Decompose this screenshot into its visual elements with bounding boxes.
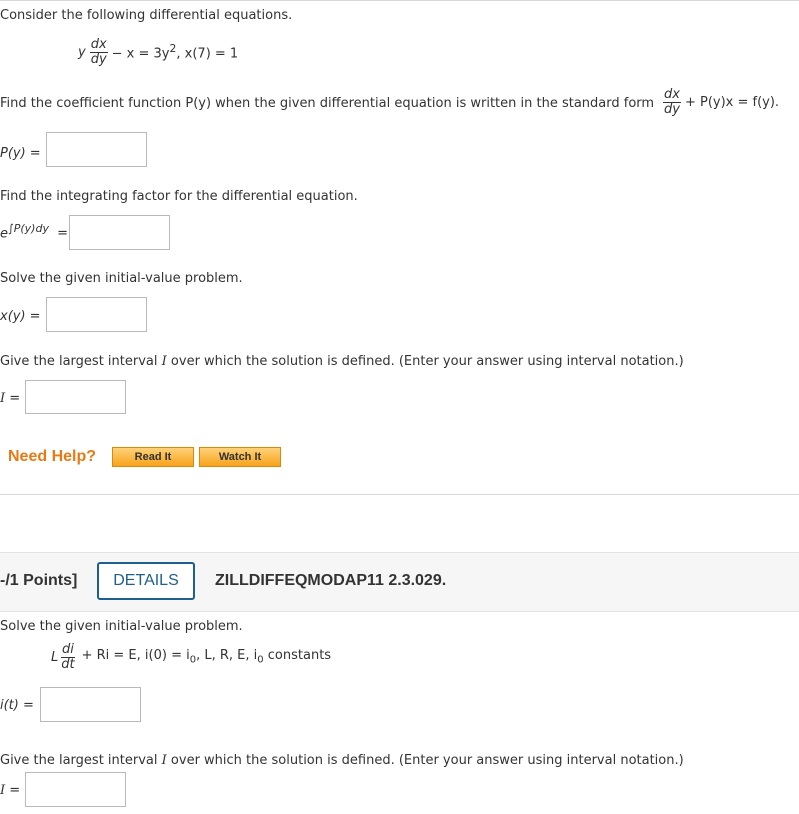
i-input[interactable] (40, 687, 141, 722)
top-divider (0, 0, 799, 1)
q1-interval-label: I = (0, 391, 21, 406)
q2-interval-prompt: Give the largest interval I over which t… (0, 753, 684, 768)
if-input[interactable] (69, 215, 170, 250)
x-input[interactable] (46, 297, 147, 332)
q1-intro: Consider the following differential equa… (0, 8, 293, 23)
i-label: i(t) = (0, 698, 34, 713)
q2-problem-code: ZILLDIFFEQMODAP11 2.3.029. (215, 572, 447, 589)
p-prompt: Find the coefficient function P(y) when … (0, 96, 655, 111)
q2-points: -/1 Points] (0, 572, 78, 589)
need-help-label: Need Help? (8, 448, 97, 465)
watch-it-button[interactable]: Watch It (199, 447, 281, 467)
p-input[interactable] (46, 132, 147, 167)
q1-equation: y dx dy − x = 3y2, x(7) = 1 (78, 37, 239, 67)
x-label: x(y) = (0, 309, 41, 324)
p-label: P(y) = (0, 146, 41, 161)
if-prompt: Find the integrating factor for the diff… (0, 189, 358, 204)
details-button[interactable]: DETAILS (97, 562, 195, 600)
q1-solve-prompt: Solve the given initial-value problem. (0, 271, 243, 286)
q2-interval-label: I = (0, 783, 21, 798)
if-label: e∫P(y)dy = (0, 222, 68, 242)
q2-interval-input[interactable] (25, 772, 126, 807)
q1-interval-input[interactable] (25, 380, 126, 414)
standard-form: dx dy + P(y)x = f(y). (663, 87, 780, 117)
q2-solve-prompt: Solve the given initial-value problem. (0, 619, 243, 634)
read-it-button[interactable]: Read It (112, 447, 194, 467)
q1-interval-prompt: Give the largest interval I over which t… (0, 354, 684, 369)
q2-equation: L di dt + Ri = E, i(0) = i0, L, R, E, i0… (51, 642, 332, 672)
section-divider (0, 494, 799, 495)
